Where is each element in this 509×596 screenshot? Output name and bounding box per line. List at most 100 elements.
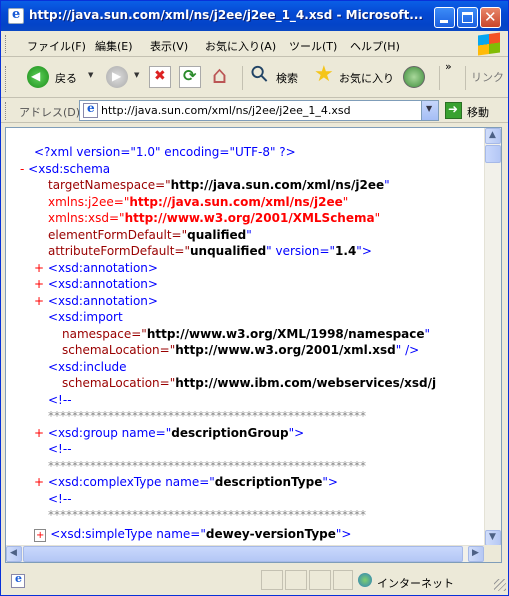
arrow-right-icon: ▶ [472, 548, 479, 558]
resize-grip[interactable] [494, 579, 506, 591]
menu-edit[interactable]: 編集(E) [95, 38, 133, 54]
arrow-left-icon: ◀ [10, 548, 17, 558]
address-dropdown-icon[interactable] [421, 101, 438, 120]
forward-button[interactable] [106, 66, 128, 88]
page-icon [83, 101, 98, 118]
xml-attribute: xmlns:xsd="http://www.w3.org/2001/XMLSch… [48, 211, 381, 225]
horizontal-scrollbar[interactable]: ◀ ▶ [6, 545, 484, 562]
status-bar: インターネット [1, 567, 508, 595]
standard-toolbar: 戻る ▼ ▼ 検索 お気に入り » リンク [1, 58, 508, 98]
toolbar-separator [439, 66, 440, 90]
xml-viewer[interactable]: <?xml version="1.0" encoding="UTF-8" ?> … [5, 127, 502, 563]
links-label[interactable]: リンク [471, 69, 504, 85]
menu-view[interactable]: 表示(V) [150, 38, 188, 54]
page-status-icon [11, 572, 25, 588]
xml-tree: <?xml version="1.0" encoding="UTF-8" ?> … [6, 128, 486, 548]
minimize-icon [440, 20, 448, 23]
menu-bar: ファイル(F) 編集(E) 表示(V) お気に入り(A) ツール(T) ヘルプ(… [1, 31, 508, 57]
vertical-scrollbar[interactable]: ▲ ▼ [484, 128, 501, 546]
scroll-left-button[interactable]: ◀ [6, 546, 22, 562]
expand-toggle[interactable]: + [34, 277, 44, 291]
back-button[interactable] [27, 66, 49, 88]
close-button[interactable]: ✕ [480, 7, 501, 28]
arrow-up-icon: ▲ [489, 130, 496, 140]
toolbar-separator [242, 66, 243, 90]
close-icon: ✕ [484, 8, 497, 26]
xml-attribute: schemaLocation="http://www.ibm.com/webse… [62, 376, 437, 390]
xml-include-node: <xsd:include [48, 360, 127, 374]
internet-zone-icon [358, 573, 372, 587]
scroll-right-button[interactable]: ▶ [468, 546, 484, 562]
scroll-up-button[interactable]: ▲ [485, 128, 501, 144]
window-title: http://java.sun.com/xml/ns/j2ee/j2ee_1_4… [29, 8, 423, 22]
windows-logo-icon [478, 32, 500, 56]
toolbar-grip[interactable] [5, 102, 8, 120]
refresh-icon[interactable] [179, 66, 201, 88]
go-button[interactable]: 移動 [467, 104, 489, 120]
xml-attribute: targetNamespace="http://java.sun.com/xml… [48, 178, 390, 192]
expand-toggle[interactable]: + [34, 529, 47, 542]
expand-toggle[interactable]: + [34, 475, 44, 489]
status-pane [261, 570, 283, 590]
zone-label: インターネット [377, 577, 454, 590]
arrow-down-icon: ▼ [489, 532, 496, 542]
xml-comment-open: <!-- [48, 442, 72, 456]
expand-toggle[interactable]: + [34, 261, 44, 275]
scroll-down-button[interactable]: ▼ [485, 530, 501, 546]
xml-comment-open: <!-- [48, 492, 72, 506]
address-url[interactable]: http://java.sun.com/xml/ns/j2ee/j2ee_1_4… [101, 104, 351, 117]
xml-annotation-node: + <xsd:annotation> [34, 277, 158, 291]
favorites-label[interactable]: お気に入り [339, 70, 394, 86]
xml-annotation-node: + <xsd:annotation> [34, 261, 158, 275]
back-label[interactable]: 戻る [55, 70, 77, 86]
browser-window: http://java.sun.com/xml/ns/j2ee/j2ee_1_4… [0, 0, 509, 596]
xml-import-node: <xsd:import [48, 310, 123, 324]
xml-comment-open: <!-- [48, 393, 72, 407]
status-pane [285, 570, 307, 590]
horizontal-scroll-thumb[interactable] [23, 546, 463, 562]
xml-attribute: schemaLocation="http://www.w3.org/2001/x… [62, 343, 420, 357]
xml-attribute: elementFormDefault="qualified" [48, 228, 252, 242]
xml-complextype-node: + <xsd:complexType name="descriptionType… [34, 475, 338, 489]
xml-declaration: <?xml version="1.0" encoding="UTF-8" ?> [34, 145, 296, 159]
forward-dropdown-icon[interactable]: ▼ [134, 71, 139, 79]
xml-attribute: namespace="http://www.w3.org/XML/1998/na… [62, 327, 431, 341]
media-icon[interactable] [403, 66, 425, 88]
xml-attribute: xmlns:j2ee="http://java.sun.com/xml/ns/j… [48, 195, 349, 209]
toolbar-chevron[interactable]: » [445, 60, 452, 73]
title-bar[interactable]: http://java.sun.com/xml/ns/j2ee/j2ee_1_4… [1, 1, 508, 31]
xml-comment-text: ****************************************… [48, 459, 366, 473]
xml-annotation-node: + <xsd:annotation> [34, 294, 158, 308]
ie-icon [8, 7, 24, 24]
toolbar-grip[interactable] [5, 35, 8, 53]
xml-schema-node: - <xsd:schema [20, 162, 111, 176]
address-input[interactable]: http://java.sun.com/xml/ns/j2ee/j2ee_1_4… [79, 100, 439, 121]
status-pane [333, 570, 353, 590]
maximize-icon [462, 12, 473, 23]
minimize-button[interactable] [434, 7, 455, 28]
back-dropdown-icon[interactable]: ▼ [88, 71, 93, 79]
favorites-icon[interactable] [314, 62, 336, 88]
xml-comment-text: ****************************************… [48, 508, 366, 522]
xml-comment-text: ****************************************… [48, 409, 366, 423]
toolbar-grip[interactable] [5, 66, 8, 92]
address-bar: アドレス(D) http://java.sun.com/xml/ns/j2ee/… [1, 99, 508, 123]
maximize-button[interactable] [457, 7, 478, 28]
expand-toggle[interactable]: + [34, 294, 44, 308]
vertical-scroll-thumb[interactable] [485, 145, 501, 163]
menu-tools[interactable]: ツール(T) [289, 38, 337, 54]
menu-file[interactable]: ファイル(F) [27, 38, 86, 54]
search-label[interactable]: 検索 [276, 70, 298, 86]
search-icon[interactable] [249, 66, 271, 88]
menu-favorites[interactable]: お気に入り(A) [205, 38, 276, 54]
xml-group-node: + <xsd:group name="descriptionGroup"> [34, 426, 305, 440]
home-icon[interactable] [211, 61, 233, 89]
xml-attribute: attributeFormDefault="unqualified" versi… [48, 244, 372, 258]
menu-help[interactable]: ヘルプ(H) [350, 38, 400, 54]
xml-simpletype-node: + <xsd:simpleType name="dewey-versionTyp… [34, 527, 352, 542]
expand-toggle[interactable]: + [34, 426, 44, 440]
collapse-toggle[interactable]: - [20, 162, 24, 176]
stop-icon[interactable] [149, 66, 171, 88]
go-arrow-icon[interactable] [445, 102, 462, 119]
status-pane [309, 570, 331, 590]
